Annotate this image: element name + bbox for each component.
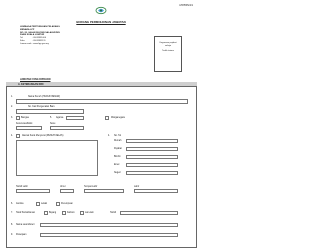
spouse-name-input[interactable] (40, 223, 178, 227)
field-number: 2. (11, 106, 13, 108)
address-input[interactable] (16, 140, 98, 176)
state-input[interactable] (126, 171, 178, 175)
marriage-date-label: Tarikh (110, 212, 117, 214)
citizenship-label: Warganegara (111, 117, 125, 119)
form-title: BORANG PERMOHONAN JAWATAN (76, 20, 126, 24)
marital-status-label: Taraf Perkahwinan (16, 212, 36, 214)
phone-office-label: Pejabat (114, 148, 122, 150)
marital-single-checkbox[interactable] (44, 211, 48, 215)
gender-male-label: Lelaki (41, 203, 48, 205)
birth-state-input[interactable] (134, 189, 178, 193)
address-label: Alamat Surat Menyurat (PENUH/JELAS) (22, 135, 64, 137)
spouse-name-label: Nama suami/isteri (16, 224, 35, 226)
citizenship-checkbox[interactable] (105, 116, 109, 120)
office-use-line3: Tarikh terima (162, 50, 174, 53)
gender-female-checkbox[interactable] (56, 202, 60, 206)
phone-mobile-label: Bimbit (114, 156, 121, 158)
field-number: 1. (11, 96, 13, 98)
form-code: LPP/BPG/2/1 (179, 5, 193, 7)
phone-home-input[interactable] (126, 139, 178, 143)
marital-married-checkbox[interactable] (62, 211, 66, 215)
contact-value: : 03-26951111 (32, 39, 46, 42)
organization-address: LEMBAGA PERTUBUHAN PELADANG MENARA LPP N… (20, 26, 60, 45)
office-use-text: Kegunaan pejabat sahaja Tarikh terima (154, 42, 182, 53)
religion-label: Agama (56, 117, 64, 119)
contact-value: : 03-26951000 (32, 37, 47, 39)
field-number: 8. (11, 224, 13, 226)
section-a-title: A. KETERANGAN DIRI (18, 83, 44, 86)
field-number: 3. (11, 117, 13, 119)
ethnic-input[interactable] (16, 126, 42, 130)
age-input[interactable] (60, 189, 74, 193)
org-contact-web: Laman web: www.lpp.gov.my (20, 43, 60, 46)
field-number: 4. (108, 135, 110, 137)
phone-mobile-input[interactable] (126, 155, 178, 159)
state-label: Negeri (114, 172, 121, 174)
occupation-input[interactable] (40, 233, 178, 237)
full-name-input[interactable] (16, 99, 188, 104)
field-number: 6. (11, 203, 13, 205)
marital-other-label: Lain-lain (85, 212, 94, 214)
marital-single-label: Bujang (49, 212, 57, 214)
field-number: 9. (11, 234, 13, 236)
race-checkbox[interactable] (16, 116, 20, 120)
lpp-logo (95, 6, 107, 15)
birth-date-input[interactable] (16, 189, 50, 193)
religion-input[interactable] (66, 116, 84, 120)
tribe-input[interactable] (50, 126, 84, 130)
section-a-header: A. KETERANGAN DIRI (6, 82, 197, 87)
occupation-label: Pekerjaan (16, 234, 27, 236)
contact-value: : www.lpp.gov.my (32, 42, 49, 45)
gender-male-checkbox[interactable] (36, 202, 40, 206)
birth-place-input[interactable] (84, 189, 124, 193)
email-input[interactable] (126, 163, 178, 167)
gender-female-label: Perempuan (61, 203, 73, 205)
email-label: Emel (114, 164, 120, 166)
field-number: 4. (11, 135, 13, 137)
marriage-date-input[interactable] (120, 211, 178, 215)
position-applied-label: JAWATAN YANG DIPOHON (20, 78, 51, 81)
office-use-line2: sahaja (164, 44, 172, 47)
contact-label: Laman web (20, 42, 32, 45)
address-checkbox[interactable] (16, 134, 20, 138)
marital-other-checkbox[interactable] (80, 211, 84, 215)
phone-home-label: Rumah (114, 140, 122, 142)
field-number: 7. (11, 212, 13, 214)
phone-office-input[interactable] (126, 147, 178, 151)
marital-married-label: Kahwin (67, 212, 75, 214)
field-number: 5. (50, 117, 52, 119)
phone-label: No. Tel (114, 135, 122, 137)
ic-number-input[interactable] (16, 109, 84, 114)
gender-label: Jantina (16, 203, 24, 205)
race-label: Bangsa (21, 117, 29, 119)
